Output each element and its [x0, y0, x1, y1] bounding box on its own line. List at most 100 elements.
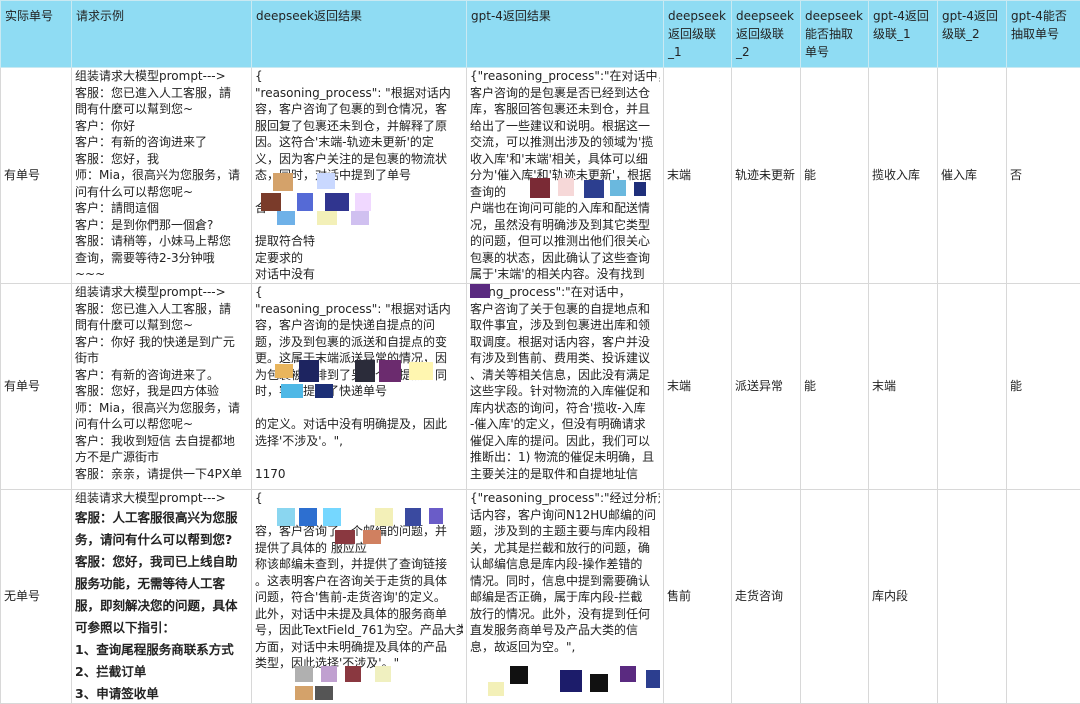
cell-text-line: 话内容，客户询问N12HU邮编的问: [470, 507, 660, 524]
cell-text-line: 组装请求大模型prompt--->: [75, 68, 248, 85]
cell-text-line: 库，客服回答包裹还未到仓，并且: [470, 101, 660, 118]
col-header-deepseek-result[interactable]: deepseek返回结果: [252, 1, 467, 68]
request-example-cell[interactable]: 组装请求大模型prompt--->客服：您已進入人工客服，請問有什麼可以幫到您~…: [72, 68, 252, 284]
cell-text-line: 1、查询尾程服务商联系方式: [75, 639, 248, 661]
deepseek-result-cell[interactable]: { "reasoning_process": "根据对话内容，客户咨询了包裹的到…: [252, 68, 467, 284]
ds-level1-cell[interactable]: 末端: [664, 284, 732, 490]
ds-extract-cell[interactable]: [801, 490, 869, 704]
cell-text-line: 3、申请签收单: [75, 683, 248, 703]
cell-text-line: {"reasoning_process":"经过分析对: [470, 490, 660, 507]
cell-text-line: 客服：人工客服很高兴为您服: [75, 507, 248, 529]
cell-text-line: [255, 507, 463, 524]
deepseek-result-cell[interactable]: { 容，客户咨询了一个邮编的问题，并提供了具体的 服应应称该邮编未查到，并提供了…: [252, 490, 467, 704]
gpt4-result-cell[interactable]: {"reasoning_process":"在对话中，客户咨询的是包裹是否已经到…: [467, 68, 664, 284]
cell-text-line: 问题，符合'售前-走货咨询'的定义。: [255, 589, 463, 606]
cell-text-line: 此外，对话中未提及具体的服务商单: [255, 606, 463, 623]
cell-text-line: 时，客户提供了快递单号: [255, 383, 463, 400]
cell-text-line: 这些字段。针对物流的入库催促和: [470, 383, 660, 400]
cell-text-line: 的问题，但可以推测出他们很关心: [470, 233, 660, 250]
cell-text-line: 包裹的状态，因此确认了这些查询: [470, 250, 660, 267]
gpt-extract-cell[interactable]: 否: [1007, 68, 1080, 284]
gpt-level2-cell[interactable]: [938, 284, 1007, 490]
cell-text-line: 服，即刻解决您的问题，具体: [75, 595, 248, 617]
cell-text-line: 收入库'和'末端'相关，具体可以细: [470, 151, 660, 168]
cell-text-line: 分为'催入库'和'轨迹未更新'，根据: [470, 167, 660, 184]
cell-text-line: 。这表明客户在咨询关于走货的具体: [255, 573, 463, 590]
cell-text-line: 客服：您已進入人工客服，請: [75, 85, 248, 102]
cell-text-line: 态，同时，对话中提到了单号: [255, 167, 463, 184]
col-header-ds-level1[interactable]: deepseek返回级联_1: [664, 1, 732, 68]
cell-text-line: 客服：您好，我司已上线自助: [75, 551, 248, 573]
ds-level1-cell[interactable]: 售前: [664, 490, 732, 704]
col-header-gpt-level2[interactable]: gpt-4返回级联_2: [938, 1, 1007, 68]
cell-text-line: 有涉及到售前、费用类、投诉建议: [470, 350, 660, 367]
table-row[interactable]: 无单号组装请求大模型prompt--->客服：人工客服很高兴为您服务，请问有什么…: [1, 490, 1080, 704]
gpt-level1-cell[interactable]: 库内段: [869, 490, 938, 704]
col-header-gpt4-result[interactable]: gpt-4返回结果: [467, 1, 664, 68]
cell-text-line: {: [255, 490, 463, 507]
cell-text-line: 查询的: [470, 184, 660, 201]
ds-extract-cell[interactable]: 能: [801, 284, 869, 490]
cell-text-line: "reasoning_process": "根据对话内: [255, 85, 463, 102]
cell-text-line: 客户：你好 我的快递是到广元: [75, 334, 248, 351]
order-type-cell[interactable]: 有单号: [1, 68, 72, 284]
col-header-gpt-level1[interactable]: gpt-4返回级联_1: [869, 1, 938, 68]
request-example-cell[interactable]: 组装请求大模型prompt--->客服：您已進入人工客服，請問有什麼可以幫到您~…: [72, 284, 252, 490]
cell-text-line: 放行的情况。此外，没有提到任何: [470, 606, 660, 623]
cell-text-line: [255, 449, 463, 466]
cell-text-line: 选择'不涉及'。",: [255, 433, 463, 450]
cell-text-line: 客服：亲亲，请提供一下4PX单: [75, 466, 248, 483]
cell-text-line: 服回复了包裹还未到仓，并解释了原: [255, 118, 463, 135]
cell-text-line: [255, 217, 463, 234]
cell-text-line: 取调度。根据对话内容，客户并没: [470, 334, 660, 351]
cell-text-line: 为包裹被安排到了另一个自提点。同: [255, 367, 463, 384]
cell-text-line: 可参照以下指引：: [75, 617, 248, 639]
gpt4-result-cell[interactable]: oning_process":"在对话中，客户咨询了关于包裹的自提地点和取件事宜…: [467, 284, 664, 490]
cell-text-line: 1170: [255, 466, 463, 483]
cell-text-line: 题，涉及到的主题主要与库内段相: [470, 523, 660, 540]
cell-text-line: 主要关注的是取件和自提地址信: [470, 466, 660, 483]
cell-text-line: 客服：请稍等，小妹马上帮您: [75, 233, 248, 250]
cell-text-line: 组装请求大模型prompt--->: [75, 284, 248, 301]
gpt-level1-cell[interactable]: 揽收入库: [869, 68, 938, 284]
col-header-ds-level2[interactable]: deepseek返回级联_2: [732, 1, 801, 68]
cell-text-line: 容，客户咨询了包裹的到仓情况，客: [255, 101, 463, 118]
ds-level1-cell[interactable]: 末端: [664, 68, 732, 284]
cell-text-line: 关，尤其是拦截和放行的问题，确: [470, 540, 660, 557]
gpt-extract-cell[interactable]: 能: [1007, 284, 1080, 490]
cell-text-line: 客户咨询了关于包裹的自提地点和: [470, 301, 660, 318]
cell-text-line: 认邮编信息是库内段-操作差错的: [470, 556, 660, 573]
ds-extract-cell[interactable]: 能: [801, 68, 869, 284]
cell-text-line: 题，涉及到包裹的派送和自提点的变: [255, 334, 463, 351]
gpt-level2-cell[interactable]: [938, 490, 1007, 704]
table-row[interactable]: 有单号组装请求大模型prompt--->客服：您已進入人工客服，請問有什麼可以幫…: [1, 284, 1080, 490]
cell-text-line: 推断出：1) 物流的催促未明确，且: [470, 449, 660, 466]
col-header-order[interactable]: 实际单号: [1, 1, 72, 68]
cell-text-line: 問有什麼可以幫到您~: [75, 101, 248, 118]
cell-text-line: 类型，因此选择'不涉及'。": [255, 655, 463, 672]
ds-level2-cell[interactable]: 走货咨询: [732, 490, 801, 704]
col-header-request[interactable]: 请求示例: [72, 1, 252, 68]
col-header-ds-extract[interactable]: deepseek能否抽取单号: [801, 1, 869, 68]
gpt-extract-cell[interactable]: [1007, 490, 1080, 704]
order-type-cell[interactable]: 有单号: [1, 284, 72, 490]
order-type-cell[interactable]: 无单号: [1, 490, 72, 704]
cell-text-line: 义，因为客户关注的是包裹的物流状: [255, 151, 463, 168]
cell-text-line: 客户：你好: [75, 118, 248, 135]
cell-text-line: 取件事宜，涉及到包裹进出库和领: [470, 317, 660, 334]
table-row[interactable]: 有单号组装请求大模型prompt--->客服：您已進入人工客服，請問有什麼可以幫…: [1, 68, 1080, 284]
cell-text-line: 客户：請問這個: [75, 200, 248, 217]
col-header-gpt-extract[interactable]: gpt-4能否抽取单号: [1007, 1, 1080, 68]
request-example-cell[interactable]: 组装请求大模型prompt--->客服：人工客服很高兴为您服务，请问有什么可以帮…: [72, 490, 252, 704]
ds-level2-cell[interactable]: 轨迹未更新: [732, 68, 801, 284]
cell-text-line: 、清关等相关信息，因此没有满足: [470, 367, 660, 384]
cell-text-line: 客服：您好，我: [75, 151, 248, 168]
cell-text-line: 户端也在询问可能的入库和配送情: [470, 200, 660, 217]
gpt4-result-cell[interactable]: {"reasoning_process":"经过分析对话内容，客户询问N12HU…: [467, 490, 664, 704]
gpt-level2-cell[interactable]: 催入库: [938, 68, 1007, 284]
cell-text-line: 問有什麼可以幫到您~: [75, 317, 248, 334]
ds-level2-cell[interactable]: 派送异常: [732, 284, 801, 490]
gpt-level1-cell[interactable]: 末端: [869, 284, 938, 490]
cell-text-line: 街市: [75, 350, 248, 367]
deepseek-result-cell[interactable]: { "reasoning_process": "根据对话内容，客户咨询的是快递自…: [252, 284, 467, 490]
